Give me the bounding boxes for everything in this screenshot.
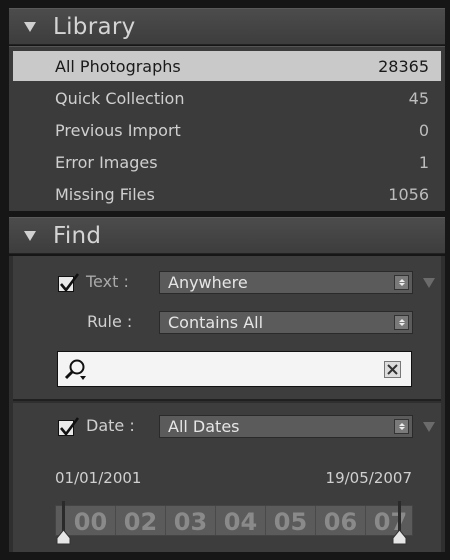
library-item-count: 45 (408, 88, 429, 108)
library-item-count: 0 (418, 120, 429, 140)
checkmark-icon (60, 273, 80, 293)
library-item-label: All Photographs (55, 56, 181, 76)
library-item-count: 28365 (378, 56, 429, 76)
date-filter-checkbox[interactable] (58, 417, 80, 437)
rule-select[interactable]: Contains All (159, 311, 413, 334)
text-filter-checkbox[interactable] (58, 273, 80, 293)
library-panel-title: Library (53, 13, 136, 40)
date-range-value: All Dates (168, 417, 240, 436)
end-date: 19/05/2007 (325, 469, 412, 487)
checkmark-icon (60, 417, 80, 437)
library-item-label: Error Images (55, 152, 158, 172)
collapse-triangle-icon[interactable] (23, 20, 37, 34)
select-spinner-icon (394, 315, 409, 330)
library-item-previous-import[interactable]: Previous Import 0 (13, 115, 441, 145)
search-input[interactable] (94, 358, 374, 380)
end-date-handle-icon[interactable] (392, 529, 407, 545)
library-item-missing-files[interactable]: Missing Files 1056 (13, 179, 441, 209)
text-scope-value: Anywhere (168, 273, 248, 292)
library-list: All Photographs 28365 Quick Collection 4… (9, 46, 445, 211)
start-date-handle-icon[interactable] (56, 529, 71, 545)
library-panel-header[interactable]: Library (9, 8, 445, 45)
text-filter-label: Text : (86, 272, 129, 291)
date-timeline-slider[interactable]: 00 02 03 04 05 06 07 (55, 505, 413, 536)
library-item-label: Missing Files (55, 184, 155, 204)
date-filter-label: Date : (86, 416, 135, 435)
library-item-label: Quick Collection (55, 88, 185, 108)
find-panel-title: Find (53, 222, 102, 249)
search-field[interactable] (57, 351, 412, 387)
find-panel-body: Text : Anywhere Rule : Contains All Date… (9, 256, 445, 552)
timeline-year: 00 (66, 506, 116, 535)
rule-label: Rule : (87, 312, 133, 331)
select-spinner-icon (394, 419, 409, 434)
select-spinner-icon (394, 275, 409, 290)
library-item-count: 1 (418, 152, 429, 172)
date-range-select[interactable]: All Dates (159, 415, 413, 438)
timeline-year: 06 (316, 506, 366, 535)
options-triangle-icon[interactable] (423, 277, 435, 289)
start-date: 01/01/2001 (55, 469, 142, 487)
date-filter-section: Date : All Dates 01/01/2001 19/05/2007 0… (13, 403, 441, 552)
library-item-all-photographs[interactable]: All Photographs 28365 (13, 51, 441, 81)
text-scope-select[interactable]: Anywhere (159, 271, 413, 294)
rule-value: Contains All (168, 313, 264, 332)
library-item-error-images[interactable]: Error Images 1 (13, 147, 441, 177)
clear-search-icon[interactable] (384, 361, 401, 378)
library-item-count: 1056 (388, 184, 429, 204)
search-icon (64, 359, 86, 380)
options-triangle-icon[interactable] (423, 421, 435, 433)
timeline-year: 03 (166, 506, 216, 535)
library-item-quick-collection[interactable]: Quick Collection 45 (13, 83, 441, 113)
timeline-year: 02 (116, 506, 166, 535)
find-panel-header[interactable]: Find (9, 217, 445, 254)
timeline-year: 05 (266, 506, 316, 535)
text-filter-section: Text : Anywhere Rule : Contains All (13, 256, 441, 401)
library-item-label: Previous Import (55, 120, 181, 140)
collapse-triangle-icon[interactable] (23, 229, 37, 243)
timeline-year: 04 (216, 506, 266, 535)
